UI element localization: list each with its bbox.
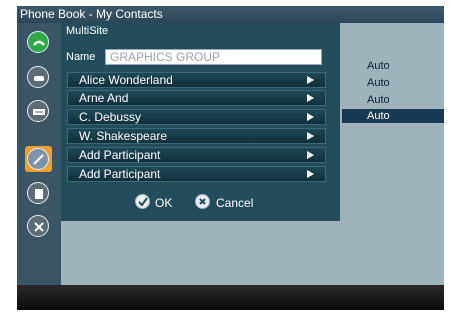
add-participant-row[interactable]: Add Participant [67, 166, 326, 182]
participant-row[interactable]: W. Shakespeare [67, 128, 326, 144]
participant-label: Add Participant [79, 167, 161, 181]
auto-option[interactable]: Auto [342, 93, 444, 107]
name-label: Name [66, 51, 96, 63]
participant-label: Arne And [79, 91, 129, 105]
phone-call-icon[interactable] [27, 31, 49, 53]
auto-option[interactable]: Auto [342, 59, 444, 73]
participant-row[interactable]: Arne And [67, 90, 326, 106]
document-icon[interactable] [27, 182, 49, 204]
title-bar: Phone Book - My Contacts [17, 6, 444, 23]
sidebar [17, 23, 61, 285]
participant-label: Add Participant [79, 148, 161, 162]
contacts-icon[interactable] [27, 66, 49, 88]
arrow-right-icon [307, 170, 314, 178]
bottom-bar [17, 285, 444, 310]
multisite-icon[interactable] [27, 148, 49, 170]
multisite-dialog: MultiSite Name GRAPHICS GROUP Alice Wond… [61, 23, 340, 221]
arrow-right-icon [307, 132, 314, 140]
dialog-title: MultiSite [66, 25, 109, 37]
participant-label: W. Shakespeare [79, 129, 168, 143]
participant-label: Alice Wonderland [79, 73, 173, 87]
phonebook-icon[interactable] [27, 100, 49, 122]
window-title: Phone Book - My Contacts [20, 7, 163, 21]
ok-button[interactable] [135, 194, 150, 209]
auto-option[interactable]: Auto [342, 76, 444, 90]
arrow-right-icon [307, 151, 314, 159]
ok-label: OK [155, 196, 173, 210]
arrow-right-icon [307, 94, 314, 102]
participant-row[interactable]: Alice Wonderland [67, 72, 326, 88]
tv-screen: Phone Book - My Contacts MultiSite Name … [17, 6, 444, 310]
participant-label: C. Debussy [79, 110, 142, 124]
participant-row[interactable]: C. Debussy [67, 109, 326, 125]
arrow-right-icon [307, 76, 314, 84]
cancel-label: Cancel [216, 196, 254, 210]
auto-option-selected[interactable]: Auto [342, 109, 444, 123]
arrow-right-icon [307, 113, 314, 121]
add-participant-row[interactable]: Add Participant [67, 147, 326, 163]
cancel-button[interactable] [195, 194, 210, 209]
name-input[interactable]: GRAPHICS GROUP [105, 49, 322, 65]
tools-icon[interactable] [27, 215, 49, 237]
